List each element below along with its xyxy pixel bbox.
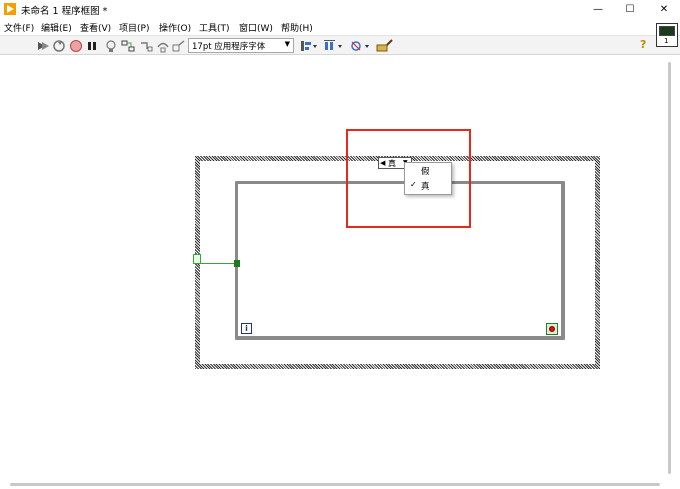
highlight-execution-icon[interactable] [104,39,118,53]
align-objects-icon[interactable] [299,39,319,53]
stop-icon [549,326,555,332]
run-arrow-icon[interactable] [36,39,50,53]
menu-bar: 文件(F) 编辑(E) 查看(V) 项目(P) 操作(O) 工具(T) 窗口(W… [0,18,680,35]
annotation-highlight-box [346,129,471,228]
loop-tunnel[interactable] [234,260,240,267]
pause-icon[interactable] [85,39,99,53]
iteration-terminal[interactable]: i [241,323,252,334]
font-select[interactable]: 17pt 应用程序字体 ▼ [188,38,294,53]
vi-icon[interactable]: 1 [656,23,678,47]
menu-project[interactable]: 项目(P) [119,21,149,34]
vi-icon-screen [659,26,675,36]
distribute-objects-icon[interactable] [324,39,344,53]
vertical-scrollbar[interactable] [668,62,671,474]
minimize-button[interactable]: — [584,0,612,18]
menu-operate[interactable]: 操作(O) [159,21,191,34]
title-bar: 未命名 1 程序框图 * — ☐ ✕ [0,0,680,18]
menu-window[interactable]: 窗口(W) [239,21,273,34]
labview-app-icon [4,3,16,15]
step-into-icon[interactable] [139,39,153,53]
help-icon[interactable]: ? [640,38,652,52]
menu-file[interactable]: 文件(F) [4,21,34,34]
vi-icon-number: 1 [664,37,669,45]
maximize-button[interactable]: ☐ [616,0,644,18]
close-button[interactable]: ✕ [650,0,678,18]
abort-icon[interactable] [69,39,83,53]
toolbar: 17pt 应用程序字体 ▼ ? [0,35,680,55]
clean-up-diagram-icon[interactable] [376,39,394,53]
run-continuously-icon[interactable] [52,39,66,53]
loop-condition-terminal[interactable] [546,323,558,335]
menu-help[interactable]: 帮助(H) [281,21,313,34]
horizontal-scrollbar[interactable] [10,483,660,486]
step-out-icon[interactable] [172,39,186,53]
step-over-icon[interactable] [156,39,170,53]
menu-view[interactable]: 查看(V) [80,21,111,34]
menu-edit[interactable]: 编辑(E) [41,21,72,34]
boolean-wire[interactable] [201,263,235,264]
case-selector-terminal[interactable] [193,254,201,264]
chevron-down-icon: ▼ [284,40,290,48]
window-title: 未命名 1 程序框图 * [21,6,108,17]
font-select-value: 17pt 应用程序字体 [192,42,266,52]
reorder-icon[interactable] [350,39,372,53]
retain-wire-values-icon[interactable] [121,39,135,53]
menu-tools[interactable]: 工具(T) [199,21,230,34]
